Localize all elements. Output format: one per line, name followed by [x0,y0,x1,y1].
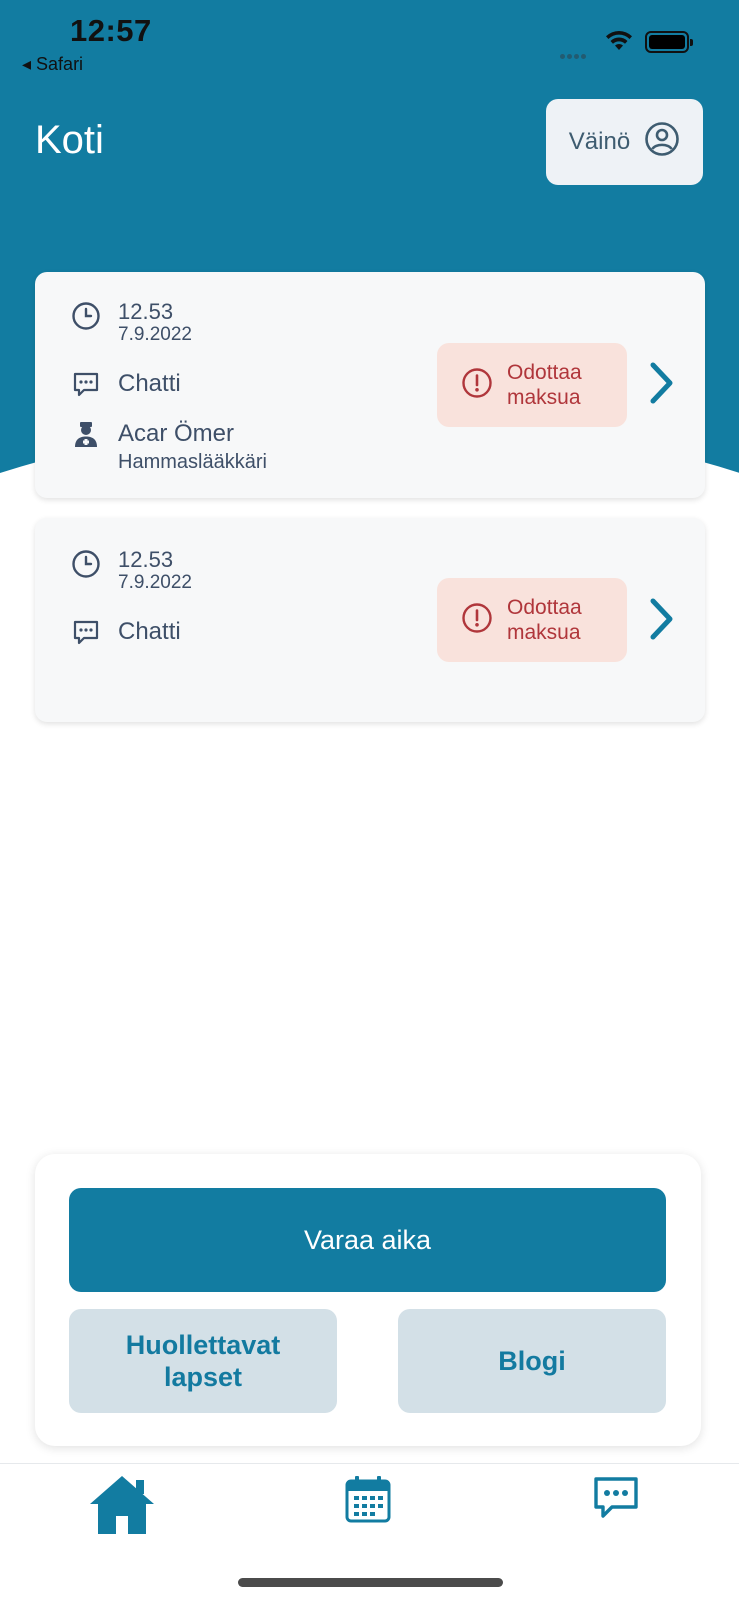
status-line-2: maksua [507,621,581,644]
status-line-1: Odottaa [507,361,582,384]
status-bar: 12:57 ◂ Safari [0,0,739,80]
book-appointment-button[interactable]: Varaa aika [69,1188,666,1292]
appointment-provider-row: Acar Ömer Hammaslääkkäri [70,418,267,474]
battery-icon [645,31,693,53]
cellular-signal-icon [560,46,592,59]
status-badge: Odottaa maksua [437,343,627,427]
tab-home[interactable] [88,1474,156,1541]
status-badge: Odottaa maksua [437,578,627,662]
doctor-icon [70,418,102,450]
appointment-time-row: 12.53 7.9.2022 [70,300,192,346]
appointment-type: Chatti [118,618,181,645]
clock-icon [70,548,102,580]
appointment-time: 12.53 [118,299,174,324]
page-title: Koti [35,118,104,162]
status-line-2: maksua [507,386,581,409]
chevron-right-icon[interactable] [648,360,676,411]
provider-name: Acar Ömer [118,420,235,447]
action-panel: Varaa aika Huollettavat lapset Blogi [35,1154,701,1446]
appointment-time-row: 12.53 7.9.2022 [70,548,192,594]
status-clock: 12:57 [70,13,152,48]
appointment-type: Chatti [118,370,181,397]
chat-bubble-icon [70,368,102,400]
appointment-time: 12.53 [118,547,174,572]
blog-button[interactable]: Blogi [398,1309,666,1413]
dependent-children-label-2: lapset [163,1362,243,1392]
home-icon [88,1474,156,1541]
profile-name: Väinö [568,128,631,155]
dependent-children-button[interactable]: Huollettavat lapset [69,1309,337,1413]
appointment-type-row: Chatti [70,368,181,400]
user-circle-icon [644,121,680,164]
status-line-1: Odottaa [507,596,582,619]
tab-calendar[interactable] [344,1474,392,1529]
appointment-date: 7.9.2022 [118,324,192,345]
back-to-safari-link[interactable]: ◂ Safari [22,54,83,75]
calendar-icon [344,1474,392,1529]
appointment-type-row: Chatti [70,616,181,648]
provider-role: Hammaslääkkäri [118,451,267,473]
profile-button[interactable]: Väinö [546,99,703,185]
chat-icon [592,1474,640,1527]
chat-bubble-icon [70,616,102,648]
wifi-icon [604,28,634,57]
alert-circle-icon [461,367,493,404]
appointment-card[interactable]: 12.53 7.9.2022 Chatti Odottaa maksua [35,518,705,722]
appointment-card[interactable]: 12.53 7.9.2022 Chatti Acar Ömer Hammaslä… [35,272,705,498]
dependent-children-label-1: Huollettavat [125,1330,281,1360]
tab-messages[interactable] [592,1474,640,1527]
clock-icon [70,300,102,332]
home-indicator[interactable] [238,1578,503,1587]
alert-circle-icon [461,602,493,639]
chevron-right-icon[interactable] [648,596,676,647]
appointment-date: 7.9.2022 [118,572,192,593]
